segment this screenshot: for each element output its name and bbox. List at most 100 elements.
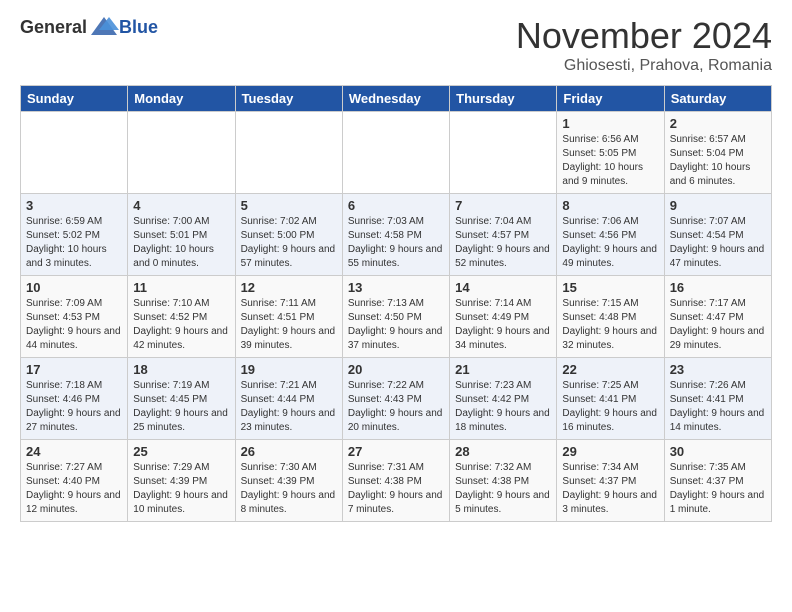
day-info: Sunrise: 7:17 AM Sunset: 4:47 PM Dayligh… bbox=[670, 297, 766, 353]
calendar-cell: 24 Sunrise: 7:27 AM Sunset: 4:40 PM Dayli… bbox=[21, 440, 128, 522]
calendar-cell: 12 Sunrise: 7:11 AM Sunset: 4:51 PM Dayli… bbox=[235, 276, 342, 358]
day-number: 9 bbox=[670, 198, 766, 213]
day-number: 17 bbox=[26, 362, 122, 377]
day-info: Sunrise: 7:11 AM Sunset: 4:51 PM Dayligh… bbox=[241, 297, 337, 353]
col-monday: Monday bbox=[128, 86, 235, 112]
calendar-cell: 17 Sunrise: 7:18 AM Sunset: 4:46 PM Dayli… bbox=[21, 358, 128, 440]
col-thursday: Thursday bbox=[450, 86, 557, 112]
day-number: 24 bbox=[26, 444, 122, 459]
day-info: Sunrise: 7:25 AM Sunset: 4:41 PM Dayligh… bbox=[562, 379, 658, 435]
calendar-cell bbox=[450, 112, 557, 194]
day-info: Sunrise: 7:18 AM Sunset: 4:46 PM Dayligh… bbox=[26, 379, 122, 435]
col-saturday: Saturday bbox=[664, 86, 771, 112]
calendar-body: 1Sunrise: 6:56 AM Sunset: 5:05 PM Daylig… bbox=[21, 112, 772, 522]
day-info: Sunrise: 7:31 AM Sunset: 4:38 PM Dayligh… bbox=[348, 461, 444, 517]
calendar-week-2: 3 Sunrise: 6:59 AM Sunset: 5:02 PM Daylig… bbox=[21, 194, 772, 276]
day-info: Sunrise: 7:10 AM Sunset: 4:52 PM Dayligh… bbox=[133, 297, 229, 353]
day-info: Sunrise: 7:27 AM Sunset: 4:40 PM Dayligh… bbox=[26, 461, 122, 517]
calendar-cell: 10Sunrise: 7:09 AM Sunset: 4:53 PM Dayli… bbox=[21, 276, 128, 358]
title-block: November 2024 Ghiosesti, Prahova, Romani… bbox=[516, 15, 772, 75]
calendar-cell: 21 Sunrise: 7:23 AM Sunset: 4:42 PM Dayli… bbox=[450, 358, 557, 440]
day-info: Sunrise: 7:34 AM Sunset: 4:37 PM Dayligh… bbox=[562, 461, 658, 517]
day-number: 6 bbox=[348, 198, 444, 213]
calendar-cell: 22 Sunrise: 7:25 AM Sunset: 4:41 PM Dayli… bbox=[557, 358, 664, 440]
calendar-cell: 29 Sunrise: 7:34 AM Sunset: 4:37 PM Dayli… bbox=[557, 440, 664, 522]
calendar-cell: 26 Sunrise: 7:30 AM Sunset: 4:39 PM Dayli… bbox=[235, 440, 342, 522]
day-info: Sunrise: 7:04 AM Sunset: 4:57 PM Dayligh… bbox=[455, 215, 551, 271]
calendar-cell: 23Sunrise: 7:26 AM Sunset: 4:41 PM Dayli… bbox=[664, 358, 771, 440]
day-info: Sunrise: 7:23 AM Sunset: 4:42 PM Dayligh… bbox=[455, 379, 551, 435]
calendar-cell: 6 Sunrise: 7:03 AM Sunset: 4:58 PM Daylig… bbox=[342, 194, 449, 276]
day-number: 7 bbox=[455, 198, 551, 213]
calendar-cell: 18 Sunrise: 7:19 AM Sunset: 4:45 PM Dayli… bbox=[128, 358, 235, 440]
calendar-cell: 20 Sunrise: 7:22 AM Sunset: 4:43 PM Dayli… bbox=[342, 358, 449, 440]
day-number: 5 bbox=[241, 198, 337, 213]
calendar-week-1: 1Sunrise: 6:56 AM Sunset: 5:05 PM Daylig… bbox=[21, 112, 772, 194]
day-number: 11 bbox=[133, 280, 229, 295]
day-number: 14 bbox=[455, 280, 551, 295]
calendar-cell: 7 Sunrise: 7:04 AM Sunset: 4:57 PM Daylig… bbox=[450, 194, 557, 276]
col-wednesday: Wednesday bbox=[342, 86, 449, 112]
day-info: Sunrise: 6:56 AM Sunset: 5:05 PM Dayligh… bbox=[562, 133, 658, 189]
day-info: Sunrise: 7:21 AM Sunset: 4:44 PM Dayligh… bbox=[241, 379, 337, 435]
calendar-week-3: 10Sunrise: 7:09 AM Sunset: 4:53 PM Dayli… bbox=[21, 276, 772, 358]
day-info: Sunrise: 7:22 AM Sunset: 4:43 PM Dayligh… bbox=[348, 379, 444, 435]
logo-icon bbox=[89, 15, 119, 40]
logo-blue: Blue bbox=[119, 17, 158, 38]
calendar-table: Sunday Monday Tuesday Wednesday Thursday… bbox=[20, 85, 772, 522]
day-number: 13 bbox=[348, 280, 444, 295]
page-container: General Blue November 2024 Ghiosesti, Pr… bbox=[0, 0, 792, 537]
day-info: Sunrise: 7:07 AM Sunset: 4:54 PM Dayligh… bbox=[670, 215, 766, 271]
logo-general: General bbox=[20, 17, 87, 38]
calendar-cell: 25Sunrise: 7:29 AM Sunset: 4:39 PM Dayli… bbox=[128, 440, 235, 522]
calendar-cell: 28Sunrise: 7:32 AM Sunset: 4:38 PM Dayli… bbox=[450, 440, 557, 522]
day-info: Sunrise: 7:14 AM Sunset: 4:49 PM Dayligh… bbox=[455, 297, 551, 353]
day-info: Sunrise: 6:59 AM Sunset: 5:02 PM Dayligh… bbox=[26, 215, 122, 271]
day-number: 15 bbox=[562, 280, 658, 295]
calendar-cell: 5Sunrise: 7:02 AM Sunset: 5:00 PM Daylig… bbox=[235, 194, 342, 276]
day-info: Sunrise: 6:57 AM Sunset: 5:04 PM Dayligh… bbox=[670, 133, 766, 189]
day-number: 23 bbox=[670, 362, 766, 377]
logo: General Blue bbox=[20, 15, 158, 40]
day-number: 2 bbox=[670, 116, 766, 131]
calendar-cell: 1Sunrise: 6:56 AM Sunset: 5:05 PM Daylig… bbox=[557, 112, 664, 194]
day-number: 29 bbox=[562, 444, 658, 459]
calendar-cell bbox=[235, 112, 342, 194]
calendar-cell bbox=[128, 112, 235, 194]
day-number: 20 bbox=[348, 362, 444, 377]
col-tuesday: Tuesday bbox=[235, 86, 342, 112]
day-info: Sunrise: 7:15 AM Sunset: 4:48 PM Dayligh… bbox=[562, 297, 658, 353]
logo-text: General Blue bbox=[20, 15, 158, 40]
calendar-cell bbox=[342, 112, 449, 194]
calendar-cell: 11 Sunrise: 7:10 AM Sunset: 4:52 PM Dayli… bbox=[128, 276, 235, 358]
day-info: Sunrise: 7:00 AM Sunset: 5:01 PM Dayligh… bbox=[133, 215, 229, 271]
day-number: 30 bbox=[670, 444, 766, 459]
col-sunday: Sunday bbox=[21, 86, 128, 112]
calendar-cell: 4 Sunrise: 7:00 AM Sunset: 5:01 PM Daylig… bbox=[128, 194, 235, 276]
calendar-week-4: 17 Sunrise: 7:18 AM Sunset: 4:46 PM Dayli… bbox=[21, 358, 772, 440]
day-info: Sunrise: 7:03 AM Sunset: 4:58 PM Dayligh… bbox=[348, 215, 444, 271]
month-title: November 2024 bbox=[516, 15, 772, 57]
day-info: Sunrise: 7:30 AM Sunset: 4:39 PM Dayligh… bbox=[241, 461, 337, 517]
day-info: Sunrise: 7:19 AM Sunset: 4:45 PM Dayligh… bbox=[133, 379, 229, 435]
calendar-cell: 30 Sunrise: 7:35 AM Sunset: 4:37 PM Dayli… bbox=[664, 440, 771, 522]
calendar-cell: 8Sunrise: 7:06 AM Sunset: 4:56 PM Daylig… bbox=[557, 194, 664, 276]
day-info: Sunrise: 7:32 AM Sunset: 4:38 PM Dayligh… bbox=[455, 461, 551, 517]
calendar-cell: 14 Sunrise: 7:14 AM Sunset: 4:49 PM Dayli… bbox=[450, 276, 557, 358]
calendar-cell: 16Sunrise: 7:17 AM Sunset: 4:47 PM Dayli… bbox=[664, 276, 771, 358]
day-info: Sunrise: 7:29 AM Sunset: 4:39 PM Dayligh… bbox=[133, 461, 229, 517]
page-header: General Blue November 2024 Ghiosesti, Pr… bbox=[20, 15, 772, 75]
day-number: 21 bbox=[455, 362, 551, 377]
day-number: 22 bbox=[562, 362, 658, 377]
calendar-week-5: 24 Sunrise: 7:27 AM Sunset: 4:40 PM Dayli… bbox=[21, 440, 772, 522]
calendar-cell: 15 Sunrise: 7:15 AM Sunset: 4:48 PM Dayli… bbox=[557, 276, 664, 358]
calendar-cell: 19Sunrise: 7:21 AM Sunset: 4:44 PM Dayli… bbox=[235, 358, 342, 440]
day-number: 4 bbox=[133, 198, 229, 213]
calendar-cell: 2 Sunrise: 6:57 AM Sunset: 5:04 PM Daylig… bbox=[664, 112, 771, 194]
day-number: 18 bbox=[133, 362, 229, 377]
day-number: 12 bbox=[241, 280, 337, 295]
day-info: Sunrise: 7:13 AM Sunset: 4:50 PM Dayligh… bbox=[348, 297, 444, 353]
day-number: 3 bbox=[26, 198, 122, 213]
day-info: Sunrise: 7:35 AM Sunset: 4:37 PM Dayligh… bbox=[670, 461, 766, 517]
day-number: 26 bbox=[241, 444, 337, 459]
